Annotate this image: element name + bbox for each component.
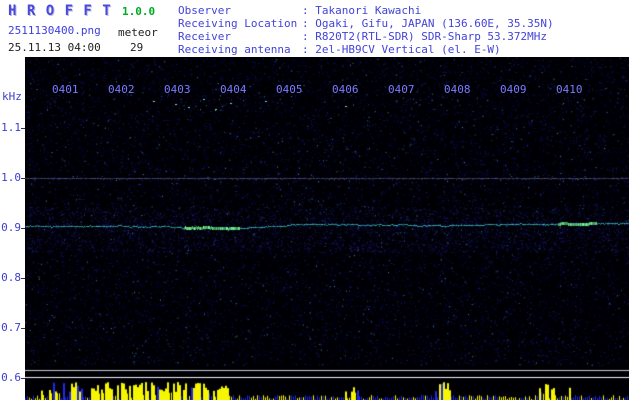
info-label: Receiving antenna (178, 43, 291, 56)
freq-tick-label: 0.8 (1, 271, 21, 284)
info-row: Receiving Location: Ogaki, Gifu, JAPAN (… (178, 17, 554, 30)
freq-tick-label: 0.7 (1, 321, 21, 334)
spectrogram-plot: 0401 0402 0403 0404 0405 0406 0407 0408 0409 0410 (25, 57, 629, 400)
info-colon: : (302, 4, 316, 17)
time-tick-label: 0409 (500, 83, 527, 96)
time-tick-label: 0401 (52, 83, 79, 96)
time-tick-label: 0408 (444, 83, 471, 96)
mode-label: meteor (118, 26, 158, 39)
freq-axis: kHz 1.1 1.0 0.9 0.8 0.7 0.6 (0, 57, 25, 400)
info-value: Takanori Kawachi (315, 4, 422, 17)
time-tick-label: 0403 (164, 83, 191, 96)
freq-tick-label: 1.1 (1, 121, 21, 134)
info-label: Receiving Location (178, 17, 298, 30)
info-row: Observer: Takanori Kawachi (178, 4, 554, 17)
info-colon: : (302, 43, 316, 56)
info-label: Observer (178, 4, 231, 17)
info-row: Receiving antenna: 2el-HB9CV Vertical (e… (178, 43, 554, 56)
observation-datetime: 25.11.13 04:00 (8, 41, 101, 54)
freq-unit-label: kHz (2, 90, 22, 103)
time-tick-label: 0410 (556, 83, 583, 96)
time-tick-label: 0404 (220, 83, 247, 96)
time-tick-label: 0407 (388, 83, 415, 96)
info-value: Ogaki, Gifu, JAPAN (136.60E, 35.35N) (315, 17, 554, 30)
info-row: Receiver: R820T2(RTL-SDR) SDR-Sharp 53.3… (178, 30, 554, 43)
info-label: Receiver (178, 30, 231, 43)
info-colon: : (302, 30, 316, 43)
time-tick-label: 0406 (332, 83, 359, 96)
info-value: R820T2(RTL-SDR) SDR-Sharp 53.372MHz (315, 30, 548, 43)
freq-tick-label: 1.0 (1, 171, 21, 184)
time-tick-label: 0405 (276, 83, 303, 96)
output-filename: 2511130400.png (8, 24, 101, 37)
echo-count: 29 (130, 41, 144, 54)
station-info: Observer: Takanori Kawachi Receiving Loca… (178, 4, 554, 56)
freq-tick-label: 0.9 (1, 221, 21, 234)
spectrogram-canvas (25, 57, 629, 400)
freq-tick-label: 0.6 (1, 371, 21, 384)
app-version: 1.0.0 (122, 5, 156, 18)
app-title: H R O F F T (8, 3, 112, 19)
info-value: 2el-HB9CV Vertical (el. E-W) (315, 43, 501, 56)
header: H R O F F T 1.0.0 2511130400.png meteor … (0, 0, 629, 57)
hrofft-output: H R O F F T 1.0.0 2511130400.png meteor … (0, 0, 629, 400)
info-colon: : (302, 17, 316, 30)
time-tick-label: 0402 (108, 83, 135, 96)
